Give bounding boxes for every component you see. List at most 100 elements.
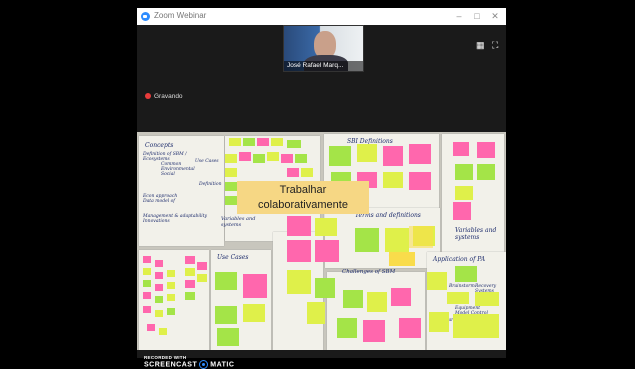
slide-caption: Trabalhar colaborativamente bbox=[237, 181, 369, 214]
sticky-note bbox=[453, 314, 499, 338]
sticky-note bbox=[143, 256, 151, 263]
sticky-note bbox=[155, 260, 163, 267]
participant-video-thumbnail[interactable]: José Rafael Marq... bbox=[283, 25, 364, 72]
sticky-note bbox=[355, 228, 379, 252]
sticky-note bbox=[185, 268, 195, 276]
sticky-note bbox=[453, 202, 471, 220]
sticky-note bbox=[301, 168, 313, 177]
gallery-view-icon[interactable]: ▦ bbox=[476, 40, 485, 51]
sticky-note bbox=[409, 226, 433, 248]
sticky-note bbox=[225, 154, 237, 163]
sticky-note bbox=[253, 154, 265, 163]
sticky-note bbox=[167, 282, 175, 289]
sticky-note bbox=[429, 312, 449, 332]
maximize-button[interactable]: □ bbox=[470, 10, 484, 23]
board-text: Application of PA bbox=[433, 256, 486, 263]
sticky-note bbox=[155, 284, 163, 291]
sticky-note bbox=[357, 144, 377, 162]
sticky-note bbox=[455, 266, 477, 282]
sticky-note bbox=[185, 256, 195, 264]
board-text: Concepts bbox=[145, 142, 174, 149]
sticky-note bbox=[287, 216, 311, 236]
sticky-note bbox=[225, 182, 237, 191]
title-bar: Zoom Webinar – □ ✕ bbox=[137, 8, 506, 26]
sticky-note bbox=[225, 168, 237, 177]
zoom-app-icon bbox=[141, 12, 150, 21]
sticky-note bbox=[167, 308, 175, 315]
recording-indicator: Gravando bbox=[145, 93, 183, 100]
sticky-note bbox=[243, 274, 267, 298]
sticky-note bbox=[399, 318, 421, 338]
board-text: Management & adaptability Innovations bbox=[143, 214, 208, 224]
sticky-note bbox=[385, 228, 409, 252]
sticky-note bbox=[147, 324, 155, 331]
sticky-note bbox=[143, 268, 151, 275]
sticky-note bbox=[391, 288, 411, 306]
sticky-note bbox=[329, 146, 351, 166]
board-text: Common Environmental Social bbox=[161, 162, 195, 177]
sticky-note bbox=[239, 152, 251, 161]
sticky-note bbox=[143, 306, 151, 313]
sticky-note bbox=[155, 296, 163, 303]
board-text: Variables and systems bbox=[455, 227, 497, 241]
sticky-note bbox=[295, 154, 307, 163]
board-text: Use Cases bbox=[195, 159, 219, 164]
sticky-note bbox=[243, 138, 255, 146]
sticky-note bbox=[477, 142, 495, 158]
fullscreen-icon[interactable]: ⛶ bbox=[492, 40, 498, 51]
minimize-button[interactable]: – bbox=[452, 10, 466, 23]
sticky-note bbox=[281, 154, 293, 163]
sticky-note bbox=[217, 328, 239, 346]
board-text: Brainstorm bbox=[449, 284, 475, 289]
sticky-note bbox=[143, 292, 151, 299]
sticky-note bbox=[215, 306, 237, 324]
sticky-note bbox=[367, 292, 387, 312]
video-area: José Rafael Marq... ▦ ⛶ Gravando Concept… bbox=[137, 25, 506, 369]
board-text: Definition of SBM / Ecosystems bbox=[143, 152, 187, 162]
board-text: Variables and systems bbox=[221, 216, 256, 228]
sticky-note bbox=[197, 262, 207, 270]
sticky-note bbox=[475, 292, 499, 306]
sticky-note bbox=[389, 252, 415, 266]
sticky-note bbox=[167, 270, 175, 277]
sticky-note bbox=[363, 320, 385, 342]
sticky-note bbox=[409, 172, 431, 190]
record-icon bbox=[145, 93, 151, 100]
board-text: Challenges of SBM bbox=[342, 269, 396, 275]
watermark-brand-right: MATIC bbox=[210, 361, 235, 369]
board-text: Definition bbox=[199, 182, 222, 187]
sticky-note bbox=[243, 304, 265, 322]
sticky-note bbox=[287, 270, 311, 294]
sticky-note bbox=[155, 272, 163, 279]
sticky-note bbox=[315, 278, 335, 298]
sticky-note bbox=[143, 280, 151, 287]
shared-screen-board: Concepts Definition of SBM / Ecosystems … bbox=[137, 132, 506, 350]
watermark-brand: SCREENCAST MATIC bbox=[144, 360, 234, 369]
sticky-note bbox=[409, 144, 431, 164]
sticky-note bbox=[455, 164, 473, 180]
sticky-note bbox=[315, 240, 339, 262]
sticky-note bbox=[167, 294, 175, 301]
sticky-note bbox=[447, 292, 469, 304]
recording-label: Gravando bbox=[154, 93, 183, 100]
board-text: Use Cases bbox=[217, 254, 249, 261]
window-title: Zoom Webinar bbox=[154, 11, 207, 20]
sticky-note bbox=[315, 218, 337, 236]
caption-line-2: colaborativamente bbox=[258, 199, 348, 211]
board-text: Econ approach Data model of bbox=[143, 194, 178, 204]
watermark-brand-left: SCREENCAST bbox=[144, 361, 198, 369]
sticky-note bbox=[159, 328, 167, 335]
sticky-note bbox=[185, 292, 195, 300]
participant-name: José Rafael Marq... bbox=[284, 61, 363, 71]
sticky-note bbox=[337, 318, 357, 338]
sticky-note bbox=[453, 142, 469, 156]
zoom-window: Zoom Webinar – □ ✕ José Rafael Marq... ▦… bbox=[137, 8, 506, 369]
sticky-note bbox=[155, 310, 163, 317]
screencast-watermark: RECORDED WITH SCREENCAST MATIC bbox=[144, 355, 234, 369]
close-button[interactable]: ✕ bbox=[488, 10, 502, 23]
sticky-note bbox=[197, 274, 207, 282]
sticky-note bbox=[343, 290, 363, 308]
sticky-note bbox=[257, 138, 269, 146]
sticky-note bbox=[185, 280, 195, 288]
sticky-note bbox=[287, 140, 301, 148]
